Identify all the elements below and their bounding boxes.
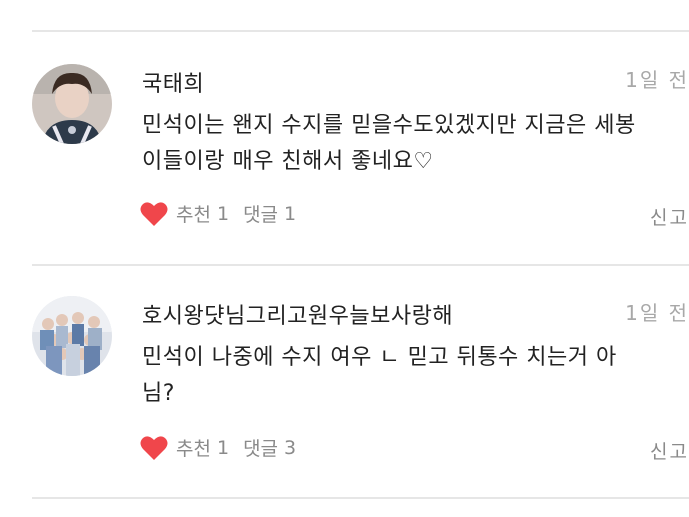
like-count: 1 bbox=[216, 436, 230, 459]
heart-icon[interactable] bbox=[140, 201, 168, 227]
like-label[interactable]: 추천 bbox=[176, 200, 211, 227]
report-button[interactable]: 신고 bbox=[650, 437, 689, 464]
comment-text: 민석이 나중에 수지 여우 ㄴ 믿고 뒤통수 치는거 아님? bbox=[142, 345, 617, 406]
like-label[interactable]: 추천 bbox=[176, 434, 211, 461]
reply-label[interactable]: 댓글 bbox=[243, 434, 278, 461]
bottom-divider bbox=[32, 497, 689, 499]
report-button[interactable]: 신고 bbox=[650, 203, 689, 230]
comment-time: 1일 전 bbox=[625, 68, 689, 92]
comment-author[interactable]: 국태희 bbox=[142, 66, 204, 98]
avatar[interactable] bbox=[32, 296, 112, 376]
reply-count: 3 bbox=[284, 436, 297, 459]
comment-list: 국태희 1일 전 민석이는 왠지 수지를 믿을수도있겠지만 지금은 세봉이들이랑… bbox=[0, 0, 689, 517]
reply-label[interactable]: 댓글 bbox=[243, 200, 278, 227]
top-divider bbox=[32, 30, 689, 32]
comment-divider bbox=[32, 264, 689, 266]
heart-icon[interactable] bbox=[140, 435, 168, 461]
comment-actions: 추천 1 댓글 3 bbox=[140, 434, 310, 461]
reply-count: 1 bbox=[284, 202, 297, 225]
comment-actions: 추천 1 댓글 1 bbox=[140, 200, 310, 227]
comment-time: 1일 전 bbox=[625, 301, 689, 325]
avatar[interactable] bbox=[32, 64, 112, 144]
like-count: 1 bbox=[216, 202, 230, 225]
comment-author[interactable]: 호시왕댯님그리고원우늘보사랑해 bbox=[142, 298, 453, 330]
comment-text: 민석이는 왠지 수지를 믿을수도있겠지만 지금은 세봉이들이랑 매우 친해서 좋… bbox=[142, 113, 636, 174]
